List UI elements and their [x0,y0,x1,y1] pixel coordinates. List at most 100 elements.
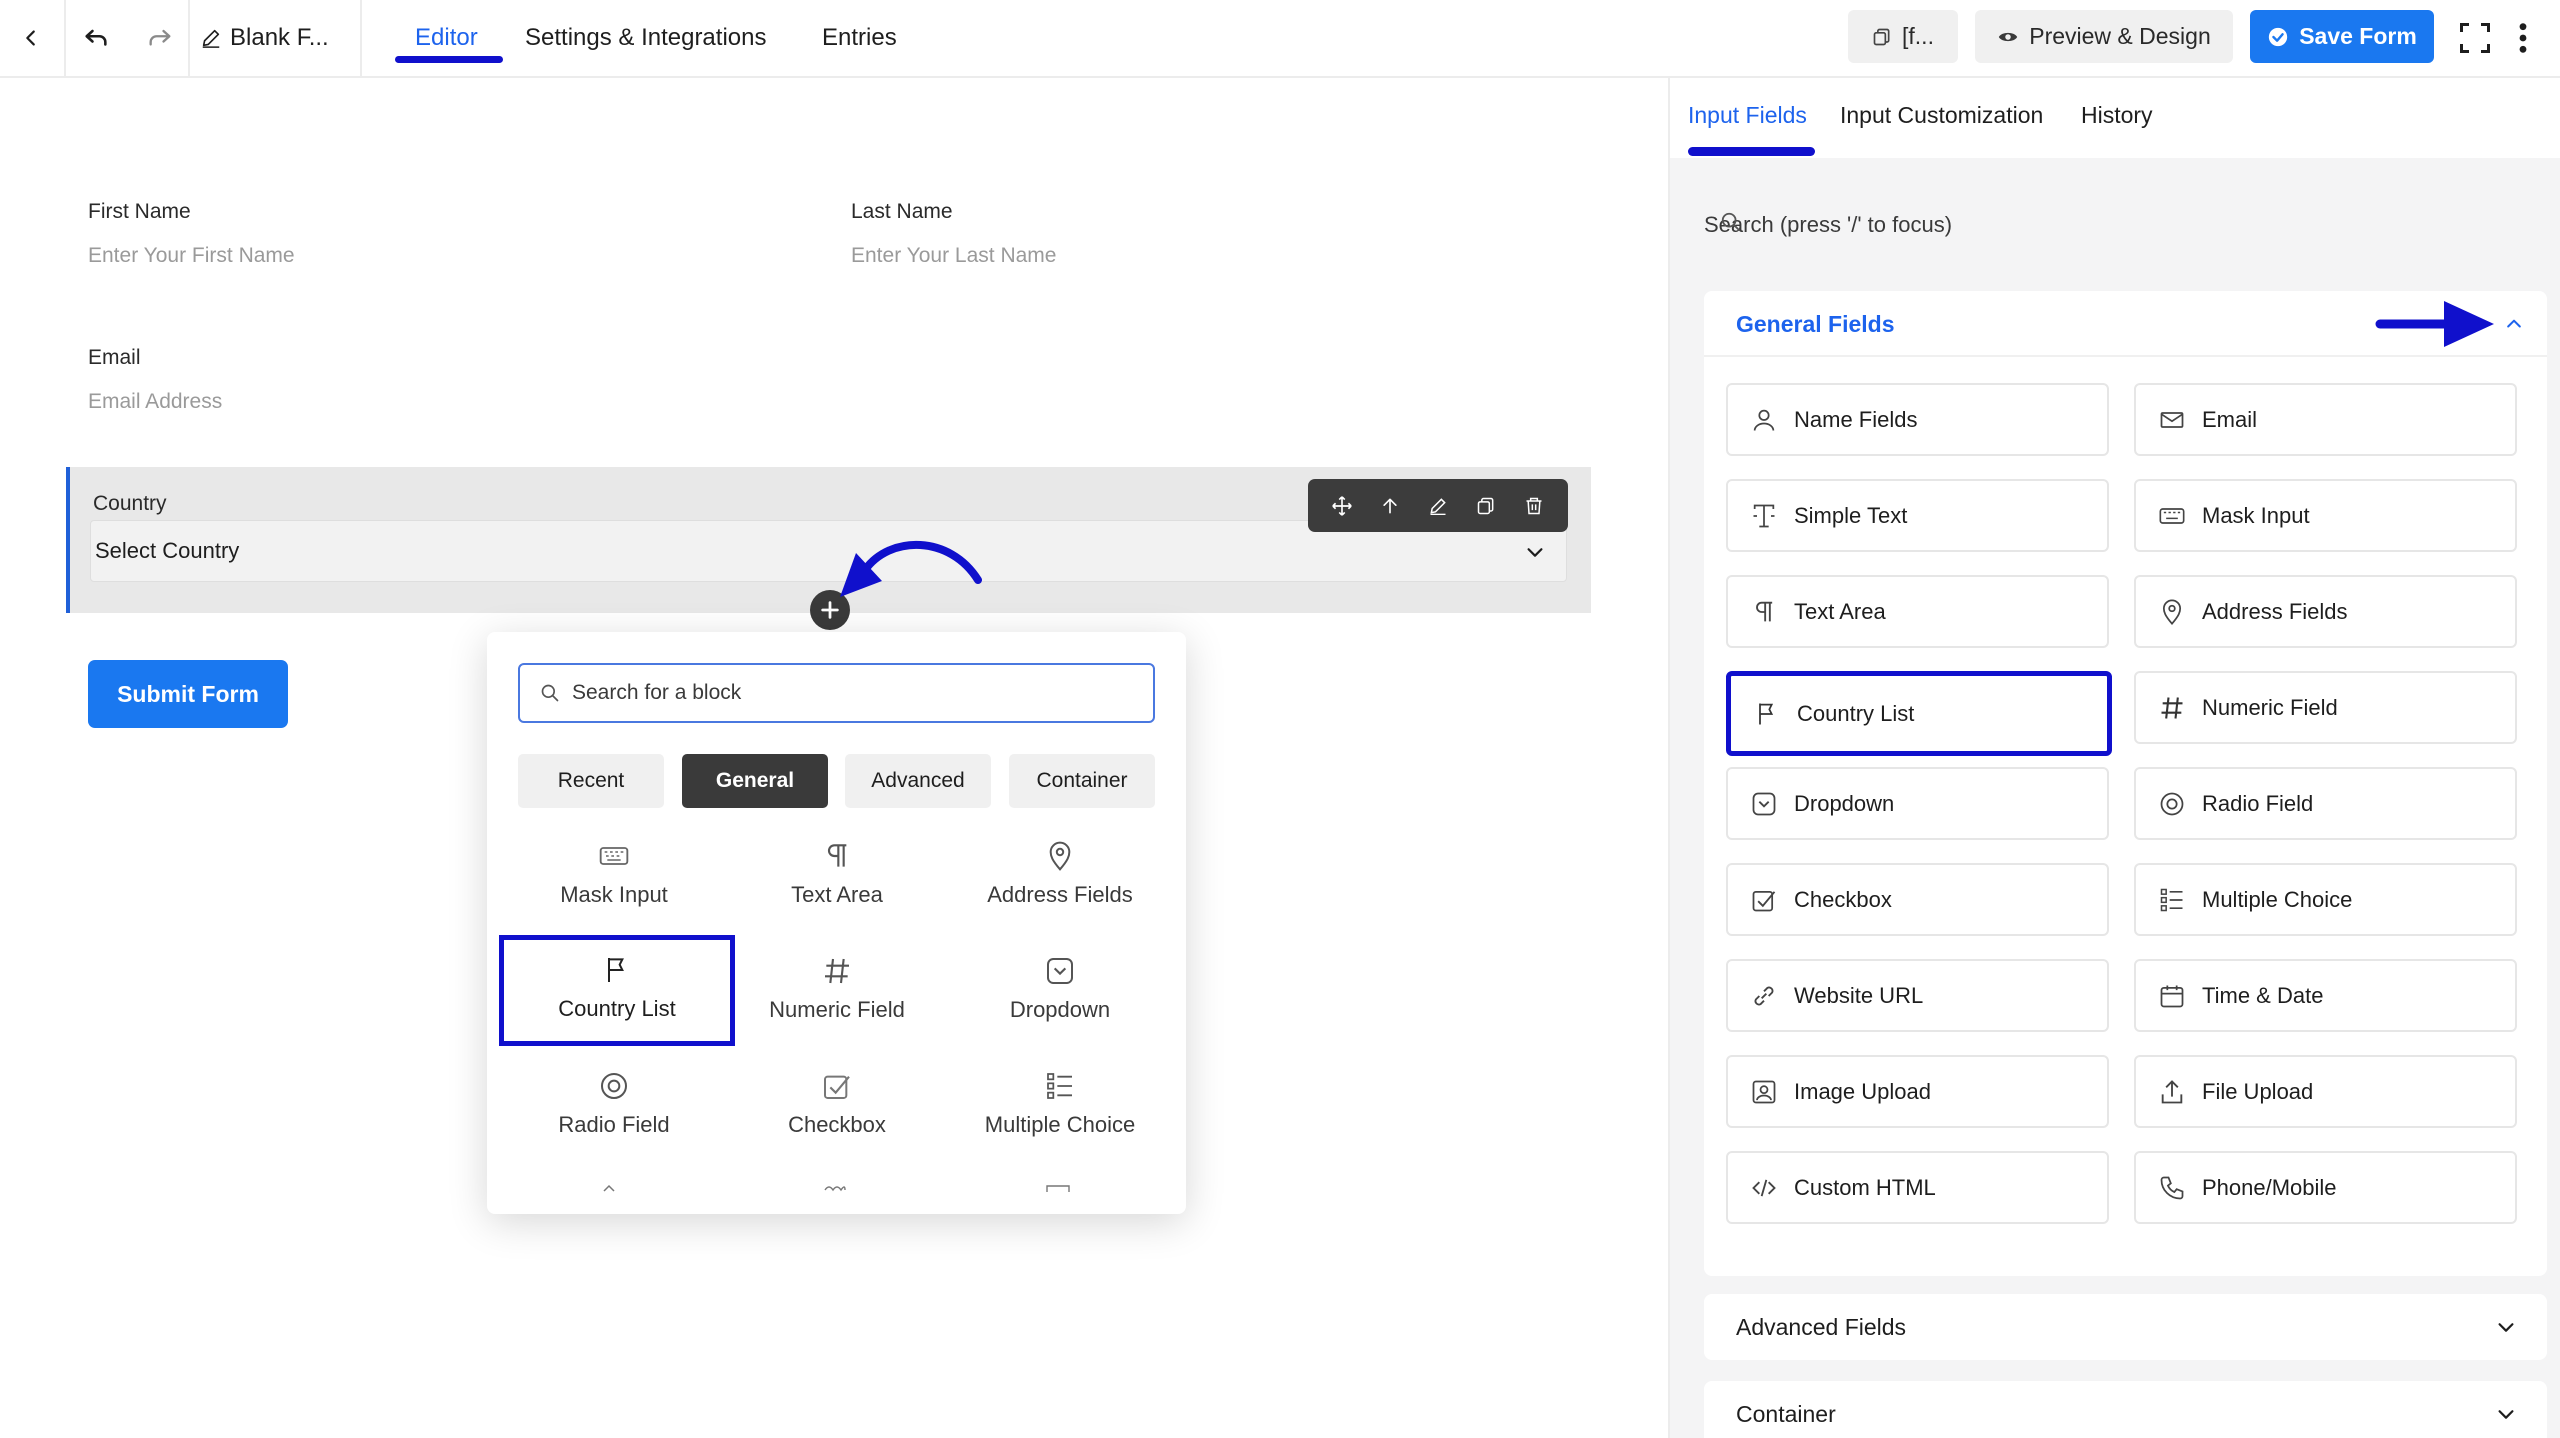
block-label: Checkbox [788,1112,886,1137]
tab-settings[interactable]: Settings & Integrations [525,14,766,62]
field-time-date[interactable]: Time & Date [2134,959,2517,1032]
field-checkbox[interactable]: Checkbox [1726,863,2109,936]
field-file-upload[interactable]: File Upload [2134,1055,2517,1128]
sidebar-tabs: Input Fields Input Customization History [1670,78,2560,158]
block-dropdown[interactable]: Dropdown [949,935,1171,1035]
field-label: Image Upload [1794,1078,1931,1104]
block-address-fields[interactable]: Address Fields [949,820,1171,920]
block-multiple-choice[interactable]: Multiple Choice [949,1050,1171,1150]
block-label: Country List [558,996,676,1021]
block-toolbar [1308,479,1568,532]
email-field[interactable]: Email Address [88,390,222,414]
field-dropdown[interactable]: Dropdown [1726,767,2109,840]
block-country-list[interactable]: Country List [499,935,735,1046]
trash-icon[interactable] [1519,491,1549,521]
dropdown-icon [1047,958,1073,984]
move-icon[interactable] [1327,491,1357,521]
field-image-upload[interactable]: Image Upload [1726,1055,2109,1128]
field-phone-mobile[interactable]: Phone/Mobile [2134,1151,2517,1224]
keyboard-icon [2159,507,2185,524]
active-tab-underline [1688,147,1815,156]
back-icon[interactable] [0,0,62,76]
tab-entries[interactable]: Entries [822,14,897,62]
more-vertical-icon[interactable] [2505,0,2541,76]
shortcode-label: [f... [1902,23,1934,49]
field-label: Website URL [1794,982,1924,1008]
field-label: Radio Field [2202,790,2314,816]
paragraph-icon [1756,601,1773,621]
block-numeric-field[interactable]: Numeric Field [726,935,948,1035]
save-form-button[interactable]: Save Form [2250,10,2434,63]
field-name-fields[interactable]: Name Fields [1726,383,2109,456]
first-name-label: First Name [88,200,191,223]
block-label: Numeric Field [769,997,905,1022]
field-address-fields[interactable]: Address Fields [2134,575,2517,648]
field-mask-input[interactable]: Mask Input [2134,479,2517,552]
tab-container[interactable]: Container [1009,754,1155,808]
container-title: Container [1736,1400,1836,1427]
email-label: Email [88,346,141,369]
field-search-input[interactable]: Search (press '/' to focus) [1686,188,2544,262]
block-checkbox[interactable]: Checkbox [726,1050,948,1150]
block-mask-input[interactable]: Mask Input [503,820,725,920]
annotation-arrow [840,540,982,597]
tab-general[interactable]: General [682,754,828,808]
field-custom-html[interactable]: Custom HTML [1726,1151,2109,1224]
field-multiple-choice[interactable]: Multiple Choice [2134,863,2517,936]
divider [360,0,362,76]
tab-recent[interactable]: Recent [518,754,664,808]
field-label: Multiple Choice [2202,886,2353,912]
general-fields-title: General Fields [1736,311,1895,337]
field-label: Custom HTML [1794,1174,1936,1200]
duplicate-icon[interactable] [1471,491,1501,521]
upload-icon [2161,1079,2183,1103]
field-label: Phone/Mobile [2202,1174,2337,1200]
partial-icon [603,1184,615,1192]
field-text-area[interactable]: Text Area [1726,575,2109,648]
image-icon [1752,1080,1776,1103]
form-title-button[interactable]: Blank F... [200,0,350,76]
link-icon [1754,986,1774,1005]
tab-advanced[interactable]: Advanced [845,754,991,808]
field-label: Country List [1797,700,1915,726]
general-fields-header[interactable]: General Fields [1704,291,2547,357]
shortcode-button[interactable]: [f... [1848,10,1958,63]
advanced-fields-section[interactable]: Advanced Fields [1704,1294,2547,1360]
tab-history[interactable]: History [2081,102,2153,129]
save-label: Save Form [2299,23,2417,49]
chevron-up-icon [2507,319,2521,328]
field-country-list[interactable]: Country List [1726,671,2112,756]
field-numeric-field[interactable]: Numeric Field [2134,671,2517,744]
fullscreen-icon[interactable] [2450,0,2500,76]
right-sidebar: Input Fields Input Customization History… [1668,78,2560,1438]
undo-icon[interactable] [66,0,126,76]
map-pin-icon [1049,841,1071,871]
first-name-field[interactable]: Enter Your First Name [88,244,295,268]
submit-form-button[interactable]: Submit Form [88,660,288,728]
edit-icon[interactable] [1423,491,1453,521]
tab-input-fields[interactable]: Input Fields [1688,102,1807,129]
block-search-input[interactable]: Search for a block [518,663,1155,723]
code-icon [1752,1179,1776,1196]
tab-editor[interactable]: Editor [415,14,478,62]
keyboard-icon [599,847,629,865]
field-label: Name Fields [1794,406,1918,432]
block-radio-field[interactable]: Radio Field [503,1050,725,1150]
tab-input-customization[interactable]: Input Customization [1840,102,2043,129]
container-section[interactable]: Container [1704,1381,2547,1438]
field-simple-text[interactable]: Simple Text [1726,479,2109,552]
radio-icon [601,1073,627,1099]
redo-icon[interactable] [130,0,190,76]
preview-design-button[interactable]: Preview & Design [1975,10,2233,63]
field-radio-field[interactable]: Radio Field [2134,767,2517,840]
block-text-area[interactable]: Text Area [726,820,948,920]
advanced-fields-title: Advanced Fields [1736,1313,1907,1340]
checkbox-icon [1752,890,1776,911]
list-icon [2160,888,2183,911]
field-website-url[interactable]: Website URL [1726,959,2109,1032]
field-email[interactable]: Email [2134,383,2517,456]
last-name-field[interactable]: Enter Your Last Name [851,244,1056,268]
arrow-up-icon[interactable] [1375,491,1405,521]
field-label: Email [2202,406,2258,432]
field-label: Numeric Field [2202,694,2338,720]
